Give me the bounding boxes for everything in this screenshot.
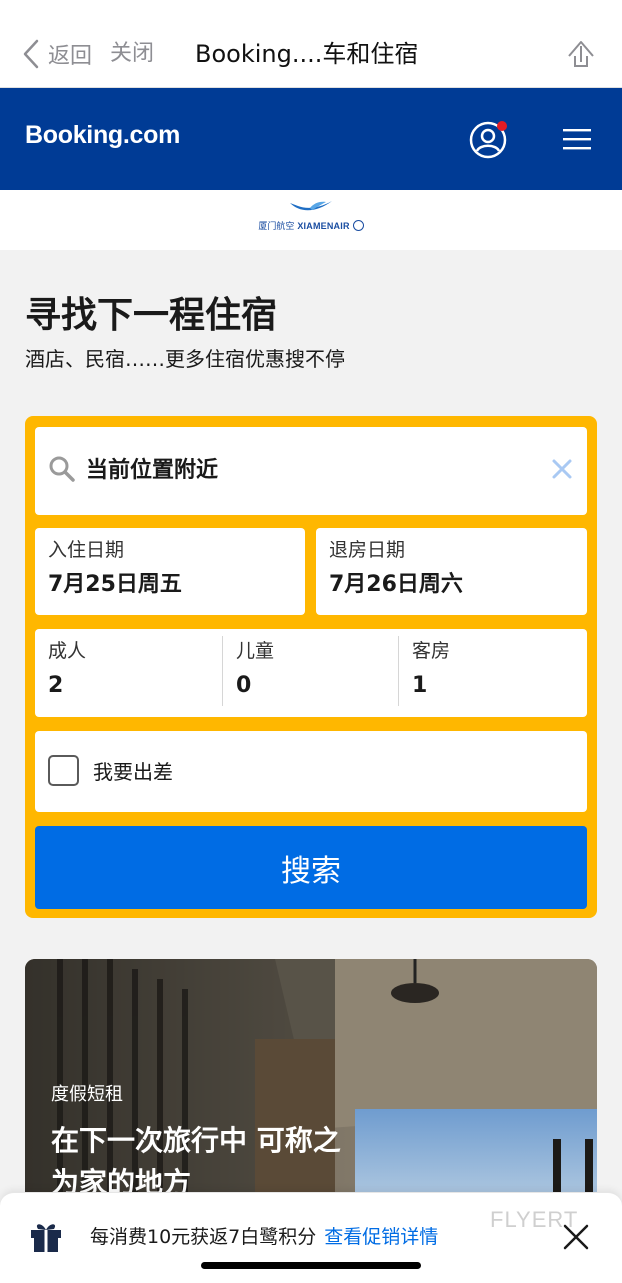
search-icon xyxy=(49,456,75,482)
close-icon[interactable] xyxy=(562,1223,590,1251)
airline-emblem-icon xyxy=(352,220,364,231)
checkout-value: 7月26日周六 xyxy=(329,572,463,597)
banner-text-row: 每消费10元获返7白鹭积分 查看促销详情 xyxy=(90,1222,438,1252)
share-icon[interactable] xyxy=(565,38,597,70)
gift-icon xyxy=(31,1224,61,1252)
children-value: 0 xyxy=(236,673,252,698)
airline-name-en: XIAMENAIR xyxy=(297,220,350,231)
occupancy-divider xyxy=(398,636,399,706)
airline-name-cn: 厦门航空 xyxy=(258,222,295,232)
business-trip-label: 我要出差 xyxy=(93,760,173,784)
back-label: 返回 xyxy=(48,44,93,69)
back-button[interactable]: 返回 xyxy=(22,38,92,70)
chevron-left-icon xyxy=(23,39,39,69)
banner-message: 每消费10元获返7白鹭积分 xyxy=(90,1226,317,1248)
checkout-label: 退房日期 xyxy=(329,539,406,561)
egret-icon xyxy=(290,201,332,211)
checkin-label: 入住日期 xyxy=(48,539,125,561)
children-label: 儿童 xyxy=(236,640,275,662)
promo-tag: 度假短租 xyxy=(51,1084,123,1105)
checkin-value: 7月25日周五 xyxy=(48,572,182,597)
webview-title: Booking....车和住宿 xyxy=(195,40,419,68)
page-subtitle: 酒店、民宿……更多住宿优惠搜不停 xyxy=(25,347,345,371)
search-button[interactable]: 搜索 xyxy=(35,826,587,909)
home-indicator xyxy=(201,1262,421,1269)
menu-icon[interactable] xyxy=(562,126,592,152)
xiamen-air-logo: 厦门航空 XIAMENAIR xyxy=(251,199,371,239)
business-trip-checkbox[interactable] xyxy=(48,755,79,786)
page-title: 寻找下一程住宿 xyxy=(25,295,278,336)
occupancy-field[interactable] xyxy=(35,629,587,717)
destination-value: 当前位置附近 xyxy=(86,458,219,483)
notification-dot xyxy=(497,121,507,131)
account-icon[interactable] xyxy=(468,118,510,160)
adults-value: 2 xyxy=(48,673,64,698)
booking-logo[interactable]: Booking.com xyxy=(25,119,180,151)
rooms-value: 1 xyxy=(412,673,428,698)
adults-label: 成人 xyxy=(48,640,87,662)
rooms-label: 客房 xyxy=(412,640,451,662)
clear-icon[interactable] xyxy=(550,457,574,481)
close-webview-button[interactable]: 关闭 xyxy=(110,38,154,70)
promo-details-link[interactable]: 查看促销详情 xyxy=(324,1226,438,1248)
occupancy-divider xyxy=(222,636,223,706)
